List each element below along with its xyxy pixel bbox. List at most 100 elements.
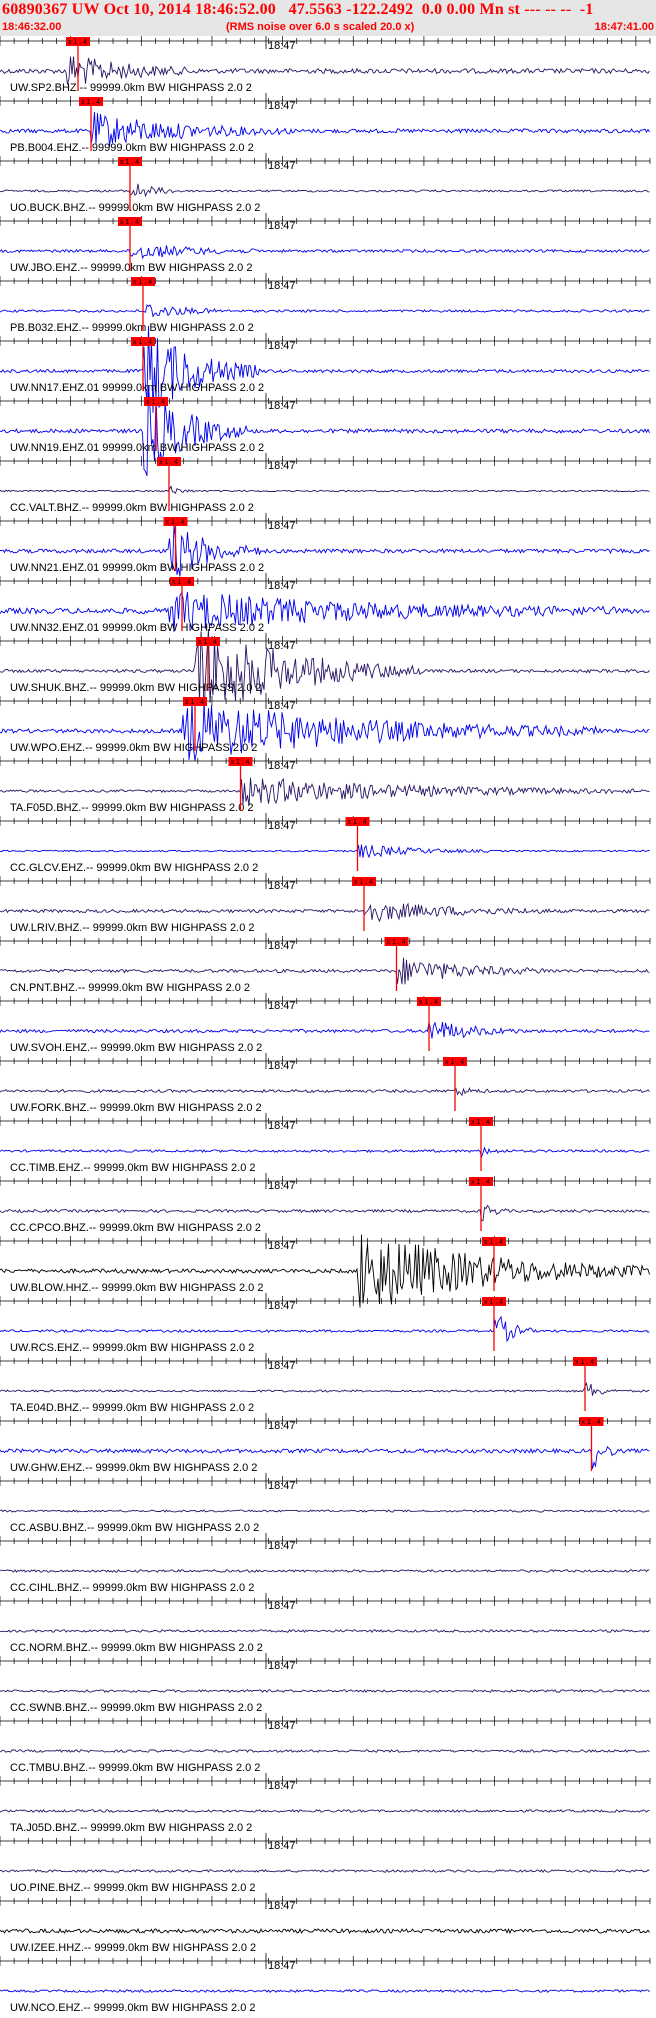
pick-label: x 1 . 4 <box>159 459 178 466</box>
minute-label: 18:47 <box>268 940 296 952</box>
seismogram-panel: 18:47 UW.SP2.BHZ.-- 99999.0km BW HIGHPASS… <box>0 36 651 2014</box>
pick-label: x 1 . 4 <box>185 699 204 706</box>
pick-label: x 1 . 4 <box>419 999 438 1006</box>
waveform <box>0 1629 650 1633</box>
minute-label: 18:47 <box>268 1480 296 1492</box>
trace-row: 18:47 CC.CIHL.BHZ.-- 99999.0km BW HIGHPAS… <box>0 1533 651 1594</box>
trace-row: 18:47 UW.JBO.EHZ.-- 99999.0km BW HIGHPASS… <box>0 213 651 274</box>
waveform <box>0 902 650 923</box>
trace-row: 18:47 CC.GLCV.EHZ.-- 99999.0km BW HIGHPAS… <box>0 813 651 874</box>
channel-label: UW.WPO.EHZ.-- 99999.0km BW HIGHPASS 2.0 … <box>10 742 257 754</box>
channel-label: PB.B032.EHZ.-- 99999.0km BW HIGHPASS 2.0… <box>10 322 254 334</box>
channel-label: TA.J05D.BHZ.-- 99999.0km BW HIGHPASS 2.0… <box>10 1822 252 1834</box>
minute-label: 18:47 <box>268 100 296 112</box>
waveform <box>0 1204 650 1222</box>
minute-label: 18:47 <box>268 400 296 412</box>
minute-label: 18:47 <box>268 760 296 772</box>
channel-label: UW.BLOW.HHZ.-- 99999.0km BW HIGHPASS 2.0… <box>10 1282 263 1294</box>
pick-label: x 1 . 4 <box>387 939 406 946</box>
trace-row: 18:47 TA.E04D.BHZ.-- 99999.0km BW HIGHPAS… <box>0 1353 651 1414</box>
channel-label: CN.PNT.BHZ.-- 99999.0km BW HIGHPASS 2.0 … <box>10 982 250 994</box>
pick-label: x 1 . 4 <box>120 219 139 226</box>
channel-label: CC.CPCO.BHZ.-- 99999.0km BW HIGHPASS 2.0… <box>10 1222 261 1234</box>
minute-label: 18:47 <box>268 1900 296 1912</box>
pick-label: x 1 . 4 <box>575 1359 594 1366</box>
pick-label: x 1 . 4 <box>354 879 373 886</box>
pick-label: x 1 . 4 <box>231 759 250 766</box>
minute-label: 18:47 <box>268 340 296 352</box>
waveform <box>0 245 650 260</box>
minute-label: 18:47 <box>268 1360 296 1372</box>
trace-row: 18:47 CC.TIMB.EHZ.-- 99999.0km BW HIGHPAS… <box>0 1113 651 1174</box>
channel-label: UW.NN19.EHZ.01 99999.0km BW HIGHPASS 2.0… <box>10 442 264 454</box>
pick-label: x 1 . 4 <box>198 639 217 646</box>
trace-row: 18:47 PB.B032.EHZ.-- 99999.0km BW HIGHPAS… <box>0 273 651 334</box>
pick-label: x 1 . 4 <box>133 279 152 286</box>
minute-label: 18:47 <box>268 1120 296 1132</box>
pick-label: x 1 . 4 <box>172 579 191 586</box>
minute-label: 18:47 <box>268 220 296 232</box>
trace-row: 18:47 UW.BLOW.HHZ.-- 99999.0km BW HIGHPAS… <box>0 1233 651 1308</box>
trace-row: 18:47 CC.TMBU.BHZ.-- 99999.0km BW HIGHPAS… <box>0 1713 651 1774</box>
trace-row: 18:47 CC.CPCO.BHZ.-- 99999.0km BW HIGHPAS… <box>0 1173 651 1234</box>
minute-label: 18:47 <box>268 460 296 472</box>
waveform <box>0 1021 650 1039</box>
channel-label: UW.JBO.EHZ.-- 99999.0km BW HIGHPASS 2.0 … <box>10 262 252 274</box>
trace-row: 18:47 UW.NCO.EHZ.-- 99999.0km BW HIGHPASS… <box>0 1953 651 2014</box>
waveform <box>0 844 650 859</box>
waveform <box>0 1989 650 1993</box>
pick-label: x 1 . 4 <box>120 159 139 166</box>
waveform <box>0 1087 650 1097</box>
trace-row: 18:47 UW.FORK.BHZ.-- 99999.0km BW HIGHPAS… <box>0 1053 651 1114</box>
channel-label: UO.PINE.BHZ.-- 99999.0km BW HIGHPASS 2.0… <box>10 1882 256 1894</box>
channel-label: UW.RCS.EHZ.-- 99999.0km BW HIGHPASS 2.0 … <box>10 1342 254 1354</box>
waveform <box>0 1869 650 1874</box>
minute-label: 18:47 <box>268 1780 296 1792</box>
channel-label: UW.NCO.EHZ.-- 99999.0km BW HIGHPASS 2.0 … <box>10 2002 256 2014</box>
minute-label: 18:47 <box>268 1540 296 1552</box>
trace-row: 18:47 TA.J05D.BHZ.-- 99999.0km BW HIGHPAS… <box>0 1773 651 1834</box>
channel-label: PB.B004.EHZ.-- 99999.0km BW HIGHPASS 2.0… <box>10 142 254 154</box>
minute-label: 18:47 <box>268 160 296 172</box>
minute-label: 18:47 <box>268 280 296 292</box>
channel-label: UO.BUCK.BHZ.-- 99999.0km BW HIGHPASS 2.0… <box>10 202 260 214</box>
channel-label: CC.ASBU.BHZ.-- 99999.0km BW HIGHPASS 2.0… <box>10 1522 259 1534</box>
pick-label: x 1 . 4 <box>471 1179 490 1186</box>
trace-row: 18:47 UW.WPO.EHZ.-- 99999.0km BW HIGHPASS… <box>0 693 651 761</box>
pick-label: x 1 . 4 <box>81 99 100 106</box>
minute-label: 18:47 <box>268 640 296 652</box>
plot-header: 60890367 UW Oct 10, 2014 18:46:52.00 47.… <box>0 0 656 36</box>
minute-label: 18:47 <box>268 1600 296 1612</box>
minute-label: 18:47 <box>268 1060 296 1072</box>
pick-label: x 1 . 4 <box>68 39 87 46</box>
trace-row: 18:47 CN.PNT.BHZ.-- 99999.0km BW HIGHPASS… <box>0 933 651 994</box>
minute-label: 18:47 <box>268 40 296 52</box>
start-time: 18:46:32.00 <box>2 21 62 33</box>
channel-label: UW.LRIV.BHZ.-- 99999.0km BW HIGHPASS 2.0… <box>10 922 255 934</box>
minute-label: 18:47 <box>268 880 296 892</box>
channel-label: UW.FORK.BHZ.-- 99999.0km BW HIGHPASS 2.0… <box>10 1102 262 1114</box>
channel-label: UW.GHW.EHZ.-- 99999.0km BW HIGHPASS 2.0 … <box>10 1462 257 1474</box>
channel-label: TA.F05D.BHZ.-- 99999.0km BW HIGHPASS 2.0… <box>10 802 254 814</box>
minute-label: 18:47 <box>268 1960 296 1972</box>
waveform <box>0 1809 650 1813</box>
trace-row: 18:47 CC.SWNB.BHZ.-- 99999.0km BW HIGHPAS… <box>0 1653 651 1714</box>
pick-label: x 1 . 4 <box>484 1299 503 1306</box>
trace-row: 18:47 UO.BUCK.BHZ.-- 99999.0km BW HIGHPAS… <box>0 153 651 214</box>
pick-label: x 1 . 4 <box>445 1059 464 1066</box>
minute-label: 18:47 <box>268 580 296 592</box>
channel-label: TA.E04D.BHZ.-- 99999.0km BW HIGHPASS 2.0… <box>10 1402 254 1414</box>
waveform <box>0 957 650 985</box>
minute-label: 18:47 <box>268 520 296 532</box>
minute-label: 18:47 <box>268 1840 296 1852</box>
waveform <box>0 1381 650 1396</box>
trace-row: 18:47 UW.NN32.EHZ.01 99999.0km BW HIGHPAS… <box>0 573 651 634</box>
waveform <box>0 1749 650 1753</box>
trace-row: 18:47 PB.B004.EHZ.-- 99999.0km BW HIGHPAS… <box>0 93 651 154</box>
trace-row: 18:47 UO.PINE.BHZ.-- 99999.0km BW HIGHPAS… <box>0 1833 651 1894</box>
channel-label: UW.SHUK.BHZ.-- 99999.0km BW HIGHPASS 2.0… <box>10 682 262 694</box>
minute-label: 18:47 <box>268 1180 296 1192</box>
channel-label: CC.VALT.BHZ.-- 99999.0km BW HIGHPASS 2.0… <box>10 502 254 514</box>
minute-label: 18:47 <box>268 700 296 712</box>
channel-label: UW.NN32.EHZ.01 99999.0km BW HIGHPASS 2.0… <box>10 622 264 634</box>
